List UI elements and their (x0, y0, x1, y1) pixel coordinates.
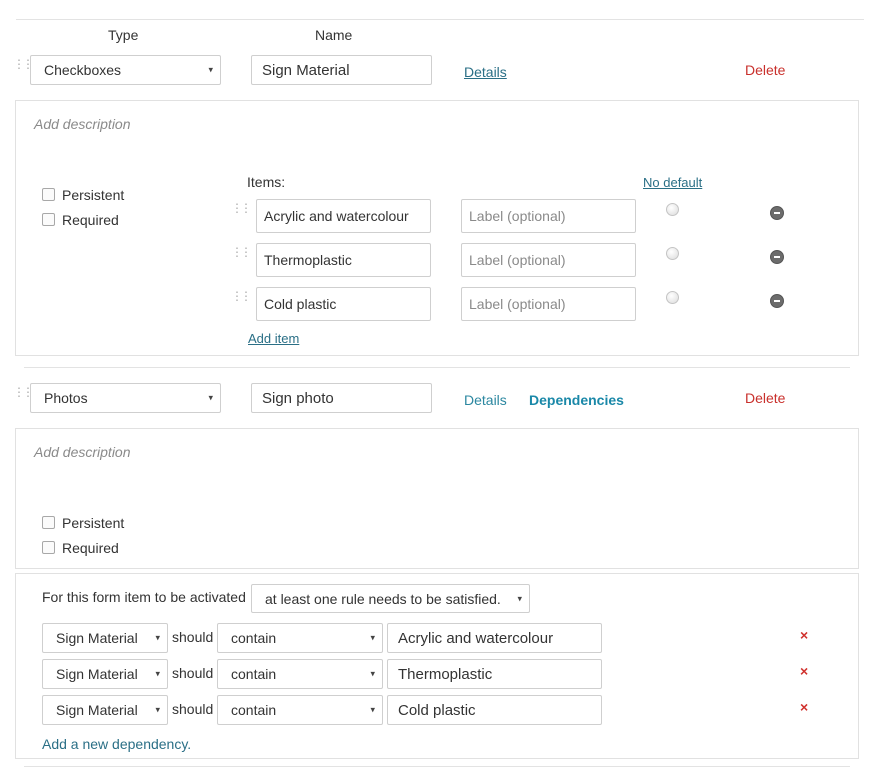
field2-name-input[interactable]: Sign photo (251, 383, 432, 413)
item-default-radio[interactable] (666, 291, 679, 304)
rule-field-value: Sign Material (56, 630, 138, 646)
chevron-down-icon: ▾ (370, 632, 375, 643)
rule-operator-value: contain (231, 630, 277, 646)
add-item-link[interactable]: Add item (248, 331, 299, 346)
field2-type-select[interactable]: Photos ▾ (30, 383, 221, 413)
minus-circle-icon[interactable] (770, 294, 784, 308)
field2-persistent-checkbox[interactable] (42, 516, 55, 529)
item-label-placeholder: Label (optional) (469, 296, 566, 312)
item-drag-handle-icon[interactable]: ⋮⋮ (231, 246, 252, 258)
rule-operator-select[interactable]: contain ▾ (217, 623, 383, 653)
item-drag-handle-icon[interactable]: ⋮⋮ (231, 290, 252, 302)
field1-required-label: Required (62, 212, 119, 228)
drag-handle-icon[interactable]: ⋮⋮ (13, 386, 34, 398)
field2-persistent-label: Persistent (62, 515, 125, 531)
field1-delete-button[interactable]: Delete (745, 62, 785, 78)
item-value-input[interactable]: Acrylic and watercolour (256, 199, 431, 233)
rule-operator-select[interactable]: contain ▾ (217, 695, 383, 725)
close-icon[interactable]: × (800, 663, 808, 679)
items-label: Items: (247, 174, 286, 190)
rule-should-label: should (172, 701, 214, 717)
rule-field-value: Sign Material (56, 666, 138, 682)
rule-should-label: should (172, 665, 214, 681)
field2-options-panel (15, 428, 859, 569)
item-drag-handle-icon[interactable]: ⋮⋮ (231, 202, 252, 214)
field1-type-value: Checkboxes (44, 62, 122, 78)
item-label-input[interactable]: Label (optional) (461, 199, 636, 233)
chevron-down-icon: ▾ (208, 64, 213, 75)
item-value-input[interactable]: Cold plastic (256, 287, 431, 321)
field2-dependencies-tab[interactable]: Dependencies (529, 392, 624, 408)
rule-operator-select[interactable]: contain ▾ (217, 659, 383, 689)
field1-persistent-checkbox[interactable] (42, 188, 55, 201)
rule-mode-value: at least one rule needs to be satisfied. (265, 590, 501, 607)
item-label-input[interactable]: Label (optional) (461, 243, 636, 277)
no-default-link[interactable]: No default (643, 175, 702, 190)
dependencies-intro-label: For this form item to be activated (42, 589, 246, 605)
minus-circle-icon[interactable] (770, 250, 784, 264)
field1-persistent-label: Persistent (62, 187, 125, 203)
item-value-input[interactable]: Thermoplastic (256, 243, 431, 277)
chevron-down-icon: ▾ (208, 392, 213, 403)
chevron-down-icon: ▾ (155, 704, 160, 715)
minus-circle-icon[interactable] (770, 206, 784, 220)
rule-mode-select[interactable]: at least one rule needs to be satisfied.… (251, 584, 530, 613)
close-icon[interactable]: × (800, 699, 808, 715)
rule-value-input[interactable]: Acrylic and watercolour (387, 623, 602, 653)
rule-field-select[interactable]: Sign Material ▾ (42, 623, 168, 653)
item-value: Acrylic and watercolour (264, 208, 409, 224)
field-divider (24, 367, 850, 368)
rule-field-select[interactable]: Sign Material ▾ (42, 695, 168, 725)
rule-field-select[interactable]: Sign Material ▾ (42, 659, 168, 689)
drag-handle-icon[interactable]: ⋮⋮ (13, 58, 34, 70)
rule-operator-value: contain (231, 666, 277, 682)
item-label-placeholder: Label (optional) (469, 208, 566, 224)
field2-required-checkbox[interactable] (42, 541, 55, 554)
field1-options-panel (15, 100, 859, 356)
chevron-down-icon: ▾ (370, 668, 375, 679)
rule-operator-value: contain (231, 702, 277, 718)
rule-should-label: should (172, 629, 214, 645)
field2-delete-button[interactable]: Delete (745, 390, 785, 406)
name-column-header: Name (315, 27, 353, 43)
rule-value: Thermoplastic (398, 665, 493, 683)
field1-type-select[interactable]: Checkboxes ▾ (30, 55, 221, 85)
bottom-divider (24, 766, 850, 767)
item-default-radio[interactable] (666, 247, 679, 260)
rule-value: Acrylic and watercolour (398, 629, 554, 647)
chevron-down-icon: ▾ (517, 593, 522, 603)
field2-description-input[interactable]: Add description (34, 444, 131, 460)
top-divider (16, 19, 864, 20)
field2-type-value: Photos (44, 390, 88, 406)
chevron-down-icon: ▾ (370, 704, 375, 715)
rule-value: Cold plastic (398, 701, 476, 719)
add-dependency-link[interactable]: Add a new dependency. (42, 736, 191, 752)
field1-required-checkbox[interactable] (42, 213, 55, 226)
close-icon[interactable]: × (800, 627, 808, 643)
rule-value-input[interactable]: Thermoplastic (387, 659, 602, 689)
rule-field-value: Sign Material (56, 702, 138, 718)
field1-description-input[interactable]: Add description (34, 116, 131, 132)
field1-details-link[interactable]: Details (464, 64, 507, 80)
rule-value-input[interactable]: Cold plastic (387, 695, 602, 725)
item-value: Cold plastic (264, 296, 337, 312)
type-column-header: Type (108, 27, 139, 43)
item-label-input[interactable]: Label (optional) (461, 287, 636, 321)
chevron-down-icon: ▾ (155, 632, 160, 643)
field2-name-value: Sign photo (262, 389, 334, 407)
field2-details-link[interactable]: Details (464, 392, 507, 408)
item-label-placeholder: Label (optional) (469, 252, 566, 268)
field1-name-value: Sign Material (262, 61, 350, 79)
chevron-down-icon: ▾ (155, 668, 160, 679)
field2-required-label: Required (62, 540, 119, 556)
field1-name-input[interactable]: Sign Material (251, 55, 432, 85)
item-value: Thermoplastic (264, 252, 352, 268)
item-default-radio[interactable] (666, 203, 679, 216)
